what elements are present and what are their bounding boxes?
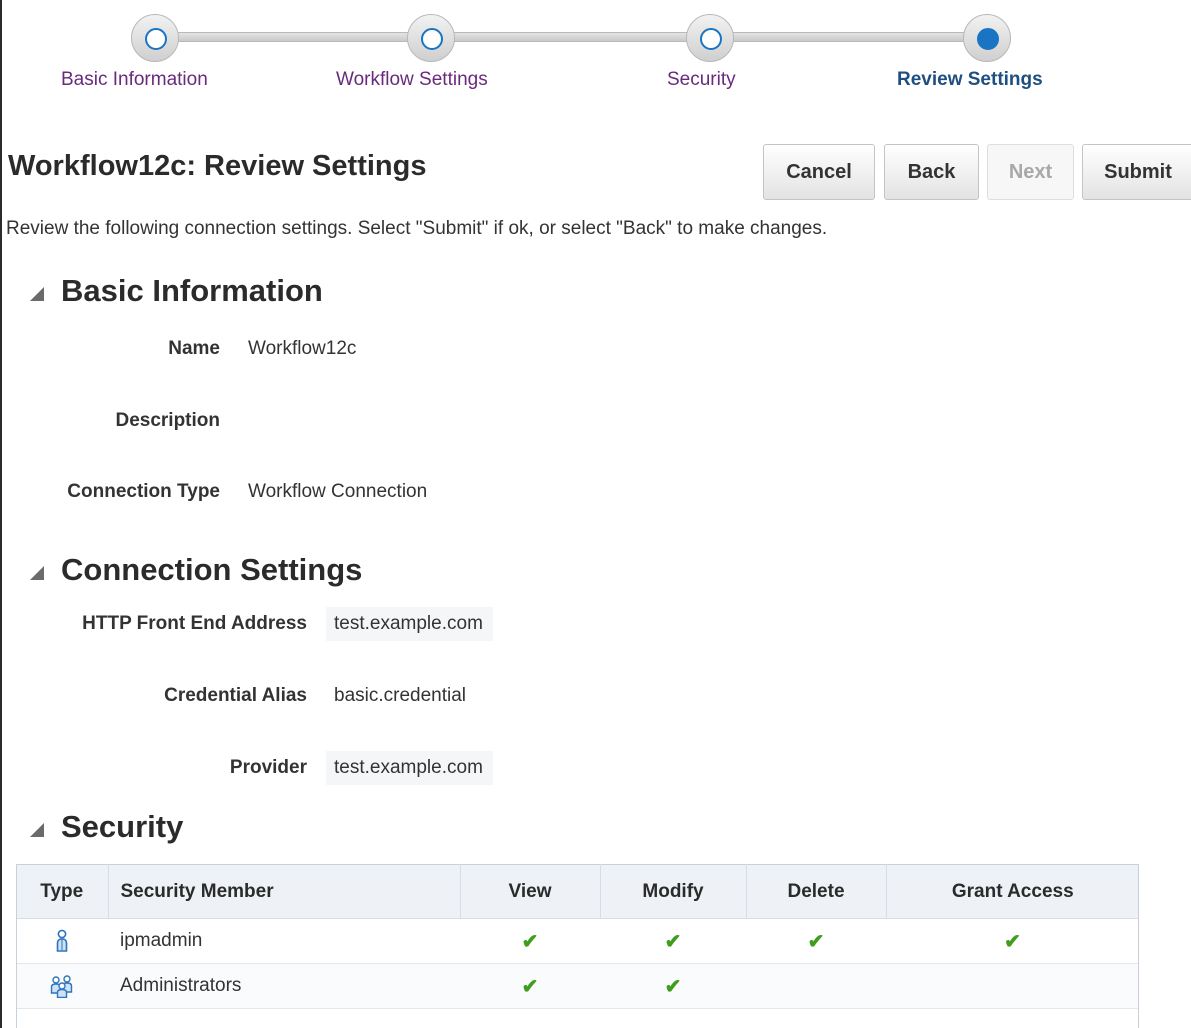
check-icon: ✔ — [664, 930, 682, 953]
page-title: Workflow12c: Review Settings — [8, 150, 427, 182]
modify-cell: ✔ — [600, 918, 746, 964]
credential-alias-label: Credential Alias — [164, 685, 307, 706]
connection-type-value: Workflow Connection — [248, 481, 428, 502]
collapse-triangle-icon[interactable] — [30, 566, 44, 580]
train-label-review-settings: Review Settings — [897, 69, 1043, 90]
check-icon: ✔ — [807, 930, 825, 953]
section-header-security: Security — [30, 809, 183, 845]
train-track — [155, 32, 987, 42]
train-stop-indicator — [421, 28, 443, 50]
grant-access-cell — [886, 963, 1139, 1009]
train-stop-security[interactable] — [686, 14, 734, 62]
train-stop-review-settings — [963, 14, 1011, 62]
train-label-workflow-settings[interactable]: Workflow Settings — [336, 69, 488, 91]
delete-cell — [746, 963, 886, 1009]
train-label-security[interactable]: Security — [667, 69, 736, 91]
section-header-basic-information: Basic Information — [30, 273, 323, 309]
section-title: Basic Information — [61, 273, 323, 308]
type-cell — [16, 918, 108, 964]
view-cell: ✔ — [460, 918, 600, 964]
security-member-cell: ipmadmin — [108, 918, 460, 964]
delete-cell: ✔ — [746, 918, 886, 964]
check-icon: ✔ — [1004, 930, 1021, 953]
security-table: Type Security Member View Modify Delete … — [16, 864, 1139, 1009]
column-header-type[interactable]: Type — [16, 864, 109, 919]
table-row[interactable]: ipmadmin ✔ ✔ ✔ ✔ — [16, 918, 1139, 964]
name-value: Workflow12c — [248, 338, 357, 359]
connection-type-label: Connection Type — [67, 481, 220, 502]
http-front-end-address-value: test.example.com — [326, 607, 493, 641]
next-button: Next — [987, 144, 1074, 200]
table-header-row: Type Security Member View Modify Delete … — [16, 864, 1139, 919]
collapse-triangle-icon[interactable] — [30, 287, 44, 301]
column-header-view[interactable]: View — [460, 864, 601, 919]
window-border — [0, 0, 2, 1028]
type-cell — [16, 963, 108, 1009]
view-cell: ✔ — [460, 963, 600, 1009]
check-icon: ✔ — [521, 975, 539, 998]
http-front-end-address-label: HTTP Front End Address — [82, 613, 307, 634]
collapse-triangle-icon[interactable] — [30, 823, 44, 837]
user-icon — [56, 929, 68, 952]
section-title: Connection Settings — [61, 552, 363, 587]
grant-access-cell: ✔ — [886, 918, 1139, 964]
security-member-cell: Administrators — [108, 963, 460, 1009]
train-stop-workflow-settings[interactable] — [407, 14, 455, 62]
column-header-grant-access[interactable]: Grant Access — [886, 864, 1139, 919]
train-label-basic-information[interactable]: Basic Information — [61, 69, 208, 91]
cancel-button[interactable]: Cancel — [763, 144, 875, 200]
section-header-connection-settings: Connection Settings — [30, 552, 362, 588]
column-header-modify[interactable]: Modify — [600, 864, 747, 919]
description-label: Description — [115, 410, 220, 431]
back-button[interactable]: Back — [884, 144, 979, 200]
train-stop-indicator — [700, 28, 722, 50]
name-label: Name — [168, 338, 220, 359]
submit-button[interactable]: Submit — [1082, 144, 1191, 200]
train-stop-basic-information[interactable] — [131, 14, 179, 62]
page: Basic Information Workflow Settings Secu… — [0, 0, 1191, 1028]
check-icon: ✔ — [521, 930, 539, 953]
provider-value: test.example.com — [326, 751, 493, 785]
wizard-train: Basic Information Workflow Settings Secu… — [0, 0, 1191, 110]
column-header-security-member[interactable]: Security Member — [108, 864, 461, 919]
check-icon: ✔ — [664, 975, 682, 998]
group-icon — [50, 975, 73, 998]
section-title: Security — [61, 809, 184, 844]
credential-alias-value: basic.credential — [334, 685, 467, 706]
provider-label: Provider — [229, 757, 307, 778]
table-row[interactable]: Administrators ✔ ✔ — [16, 963, 1139, 1009]
instructions-text: Review the following connection settings… — [6, 218, 828, 239]
train-stop-indicator — [977, 28, 999, 50]
train-stop-indicator — [145, 28, 167, 50]
modify-cell: ✔ — [600, 963, 746, 1009]
column-header-delete[interactable]: Delete — [746, 864, 887, 919]
